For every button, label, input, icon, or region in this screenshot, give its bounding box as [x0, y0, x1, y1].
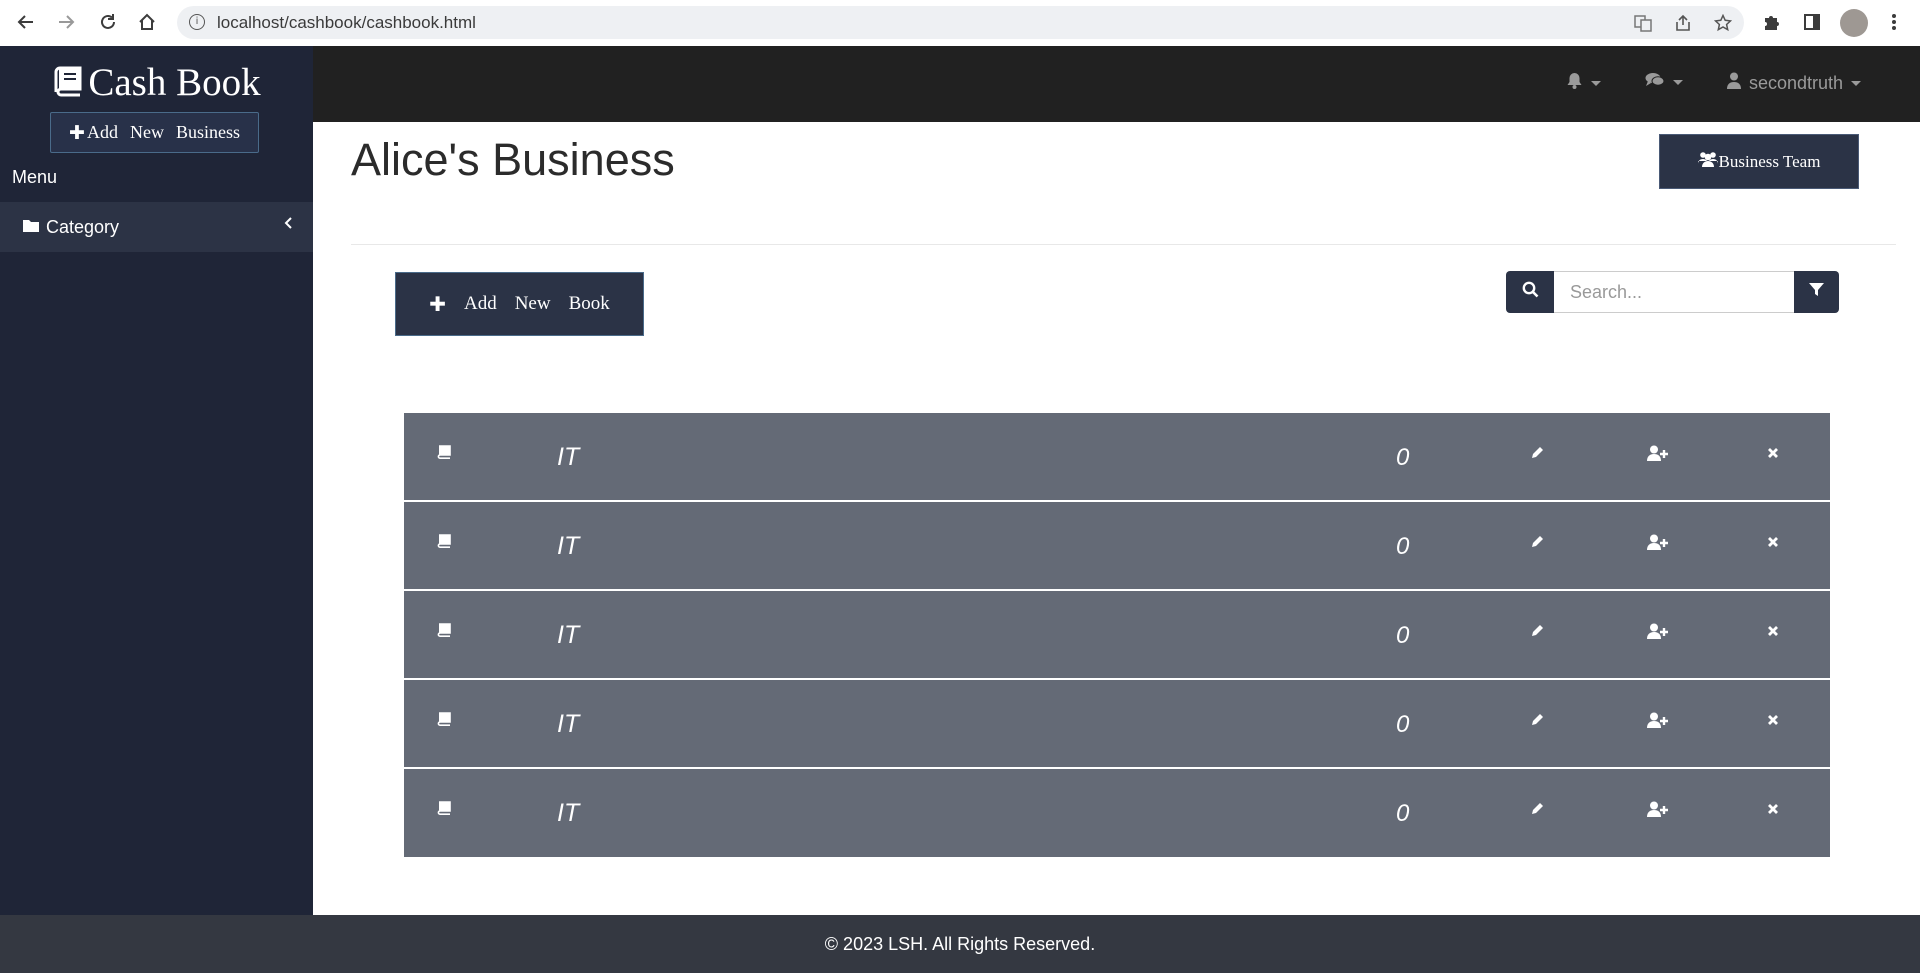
- translate-icon[interactable]: [1632, 12, 1654, 34]
- user-plus-icon[interactable]: [1647, 587, 1669, 674]
- forward-icon[interactable]: [54, 10, 78, 34]
- sidebar-item-label: Category: [46, 217, 120, 237]
- chevron-left-icon[interactable]: [284, 216, 294, 234]
- pencil-icon[interactable]: [1530, 409, 1545, 496]
- username: secondtruth: [1749, 72, 1844, 93]
- browser-chrome: i localhost/cashbook/cashbook.html: [0, 0, 1920, 47]
- pencil-icon[interactable]: [1530, 765, 1545, 852]
- book-icon: [436, 676, 451, 763]
- table-row[interactable]: IT 0: [404, 680, 1830, 769]
- close-icon[interactable]: [1767, 498, 1779, 585]
- book-name: IT: [557, 710, 580, 738]
- book-icon: [436, 765, 451, 852]
- brand[interactable]: Cash Book: [0, 60, 313, 107]
- book-name: IT: [557, 799, 580, 827]
- book-name: IT: [557, 443, 580, 471]
- filter-icon: [1809, 282, 1824, 302]
- user-plus-icon[interactable]: [1647, 676, 1669, 763]
- book-icon: [52, 62, 84, 107]
- address-bar[interactable]: i localhost/cashbook/cashbook.html: [177, 6, 1744, 39]
- pencil-icon[interactable]: [1530, 676, 1545, 763]
- plus-icon: ✚: [429, 292, 446, 316]
- close-icon[interactable]: [1767, 676, 1779, 763]
- close-icon[interactable]: [1767, 587, 1779, 674]
- caret-down-icon: [1673, 80, 1683, 85]
- sidebar: Cash Book ✚ Add New Business Menu Category: [0, 46, 313, 915]
- messages-dropdown[interactable]: [1645, 72, 1683, 93]
- book-icon: [436, 409, 451, 496]
- books-table: IT 0 IT 0 IT 0 IT 0 IT 0: [404, 413, 1830, 857]
- table-row[interactable]: IT 0: [404, 502, 1830, 591]
- pencil-icon[interactable]: [1530, 587, 1545, 674]
- user-plus-icon[interactable]: [1647, 765, 1669, 852]
- caret-down-icon: [1851, 80, 1862, 86]
- page-title: Alice's Business: [351, 134, 675, 185]
- add-new-business-label: Add New Business: [86, 122, 240, 142]
- user-icon: [1727, 72, 1741, 94]
- book-name: IT: [557, 621, 580, 649]
- table-row[interactable]: IT 0: [404, 413, 1830, 502]
- business-team-button[interactable]: Business Team: [1659, 134, 1859, 189]
- user-plus-icon[interactable]: [1647, 498, 1669, 585]
- close-icon[interactable]: [1767, 409, 1779, 496]
- menu-heading: Menu: [12, 167, 58, 187]
- filter-button[interactable]: [1794, 271, 1839, 313]
- footer: © 2023 LSH. All Rights Reserved.: [0, 915, 1920, 973]
- more-menu-icon[interactable]: [1882, 10, 1906, 34]
- book-count: 0: [1396, 799, 1410, 827]
- copyright-text: © 2023 LSH. All Rights Reserved.: [824, 934, 1096, 954]
- add-new-book-label: Add New Book: [463, 293, 610, 314]
- extensions-puzzle-icon[interactable]: [1759, 10, 1783, 34]
- add-new-book-button[interactable]: ✚ Add New Book: [395, 272, 644, 336]
- bookmark-star-icon[interactable]: [1712, 12, 1734, 34]
- pencil-icon[interactable]: [1530, 498, 1545, 585]
- book-count: 0: [1396, 532, 1410, 560]
- book-count: 0: [1396, 443, 1410, 471]
- business-team-label: Business Team: [1718, 151, 1821, 171]
- sidebar-item-category[interactable]: Category: [0, 202, 313, 252]
- comments-icon: [1645, 72, 1665, 93]
- user-plus-icon[interactable]: [1647, 409, 1669, 496]
- brand-text: Cash Book: [88, 61, 261, 104]
- url-text: localhost/cashbook/cashbook.html: [217, 13, 476, 32]
- table-row[interactable]: IT 0: [404, 591, 1830, 680]
- search-button[interactable]: [1506, 271, 1554, 313]
- search-group: [1506, 271, 1839, 313]
- notifications-dropdown[interactable]: [1566, 72, 1601, 94]
- add-new-business-button[interactable]: ✚ Add New Business: [50, 112, 259, 153]
- site-info-icon[interactable]: i: [189, 14, 205, 30]
- profile-avatar[interactable]: [1840, 9, 1868, 37]
- table-row[interactable]: IT 0: [404, 769, 1830, 857]
- book-count: 0: [1396, 710, 1410, 738]
- user-dropdown[interactable]: secondtruth: [1727, 72, 1862, 94]
- divider: [351, 244, 1896, 245]
- search-input[interactable]: [1554, 271, 1794, 313]
- book-icon: [436, 587, 451, 674]
- caret-down-icon: [1591, 80, 1601, 86]
- search-icon: [1522, 281, 1539, 303]
- bell-icon: [1566, 72, 1583, 94]
- book-icon: [436, 498, 451, 585]
- plus-icon: ✚: [69, 121, 85, 144]
- users-icon: [1697, 151, 1718, 172]
- home-icon[interactable]: [135, 10, 159, 34]
- folder-icon: [22, 218, 40, 238]
- book-count: 0: [1396, 621, 1410, 649]
- reload-icon[interactable]: [96, 10, 120, 34]
- main-content: Alice's Business Business Team ✚ Add New B…: [313, 122, 1920, 915]
- book-name: IT: [557, 532, 580, 560]
- side-panel-icon[interactable]: [1800, 10, 1824, 34]
- share-icon[interactable]: [1672, 12, 1694, 34]
- back-icon[interactable]: [14, 10, 38, 34]
- close-icon[interactable]: [1767, 765, 1779, 852]
- top-navbar: secondtruth: [313, 46, 1920, 122]
